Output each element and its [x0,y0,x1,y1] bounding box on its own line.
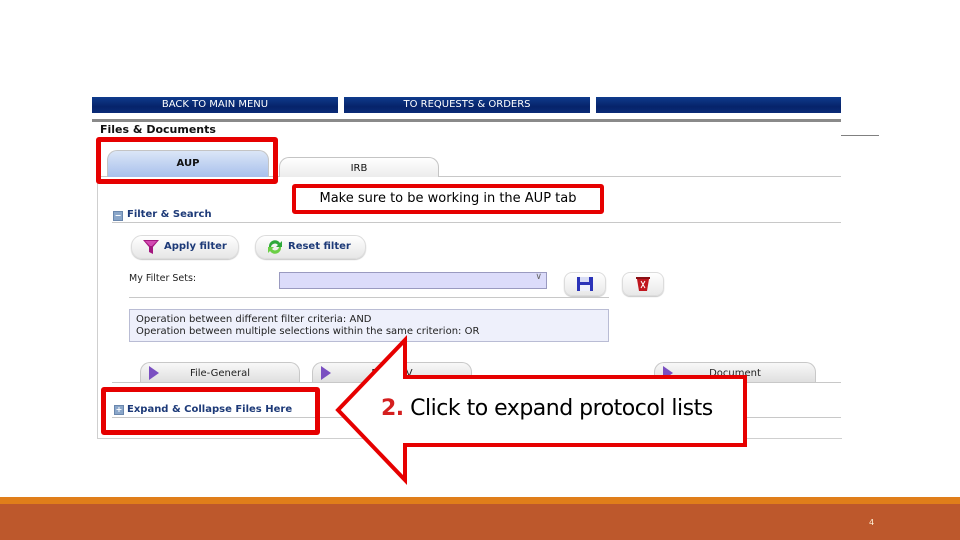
floppy-disk-icon [577,277,593,291]
delete-filter-set-button[interactable] [622,272,664,296]
footer-stripe [0,497,960,504]
apply-filter-button[interactable]: Apply filter [131,235,239,259]
refresh-icon [268,240,282,254]
step-text: Click to expand protocol lists [403,396,713,421]
subtab-file-general[interactable]: File-General [140,362,300,383]
tab-note-callout: Make sure to be working in the AUP tab [292,184,604,214]
reset-filter-button[interactable]: Reset filter [255,235,366,259]
tab-irb[interactable]: IRB [279,157,439,177]
side-divider [841,135,879,136]
page-number: 4 [869,518,875,527]
back-to-main-menu-button[interactable]: BACK TO MAIN MENU [92,97,338,113]
filter-sets-label: My Filter Sets: [129,273,197,284]
filter-divider [112,222,841,223]
filter-sets-select[interactable]: ∨ [279,272,547,289]
slide-footer [0,504,960,540]
to-requests-orders-button[interactable]: TO REQUESTS & ORDERS [344,97,590,113]
apply-filter-label: Apply filter [164,241,227,252]
info-line: Operation between different filter crite… [136,314,372,325]
chevron-down-icon: ∨ [535,272,542,282]
trash-icon [636,277,650,291]
header-divider [92,119,841,122]
reset-filter-label: Reset filter [288,241,351,252]
nav-button-blank[interactable] [596,97,841,113]
step-number: 2. [381,396,404,421]
highlight-aup-tab [96,137,278,184]
page-title: Files & Documents [100,123,216,136]
filter-search-header[interactable]: Filter & Search [127,209,212,220]
highlight-expand-collapse [101,387,320,435]
collapse-icon[interactable]: − [113,211,123,221]
step-instruction: 2. Click to expand protocol lists [381,396,713,421]
funnel-icon [143,240,159,254]
save-filter-set-button[interactable] [564,272,606,296]
filter-sets-divider [129,297,609,298]
